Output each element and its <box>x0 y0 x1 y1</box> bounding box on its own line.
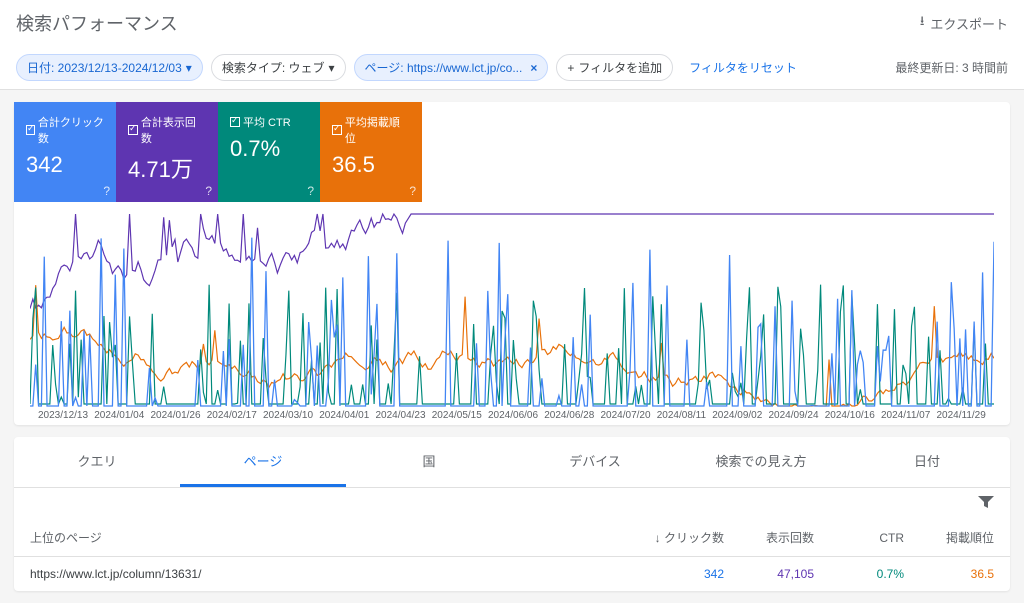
search-type-label: 検索タイプ: ウェブ <box>222 59 325 76</box>
export-button[interactable]: ⭳ エクスポート <box>920 12 1008 34</box>
metric-position[interactable]: 平均掲載順位 36.5 ? <box>320 102 422 202</box>
tab-3[interactable]: デバイス <box>512 437 678 487</box>
help-icon[interactable]: ? <box>307 184 314 198</box>
x-tick-label: 2024/01/26 <box>151 410 201 421</box>
x-tick-label: 2023/12/13 <box>38 410 88 421</box>
x-tick-label: 2024/11/29 <box>937 410 986 421</box>
check-icon <box>332 125 342 135</box>
x-tick-label: 2024/09/24 <box>769 410 819 421</box>
chevron-down-icon: ▾ <box>186 61 192 75</box>
x-tick-label: 2024/04/01 <box>319 410 369 421</box>
search-type-chip[interactable]: 検索タイプ: ウェブ ▾ <box>211 54 346 81</box>
page-filter-label: ページ: https://www.lct.jp/co... <box>365 59 523 76</box>
check-icon <box>26 125 35 135</box>
row-url: https://www.lct.jp/column/13631/ <box>30 567 634 581</box>
help-icon[interactable]: ? <box>103 184 110 198</box>
tab-5[interactable]: 日付 <box>844 437 1010 487</box>
last-updated-text: 最終更新日: 3 時間前 <box>895 59 1008 76</box>
metric-ctr-value: 0.7% <box>230 136 308 162</box>
plus-icon: + <box>567 61 574 75</box>
date-filter-label: 日付: 2023/12/13-2024/12/03 <box>27 59 182 76</box>
check-icon <box>128 125 138 135</box>
x-tick-label: 2024/10/16 <box>825 410 875 421</box>
table-row[interactable]: https://www.lct.jp/column/13631/ 342 47,… <box>14 557 1010 591</box>
metric-ctr-label: 平均 CTR <box>243 114 291 130</box>
th-clicks[interactable]: ↓ クリック数 <box>634 529 724 546</box>
metric-clicks[interactable]: 合計クリック数 342 ? <box>14 102 116 202</box>
x-tick-label: 2024/06/06 <box>488 410 538 421</box>
page-filter-chip[interactable]: ページ: https://www.lct.jp/co... × <box>354 54 549 81</box>
x-tick-label: 2024/04/23 <box>376 410 426 421</box>
filter-icon[interactable] <box>14 488 1010 519</box>
row-impressions: 47,105 <box>724 567 814 581</box>
tab-1[interactable]: ページ <box>180 437 346 487</box>
add-filter-label: フィルタを追加 <box>578 59 662 76</box>
tab-2[interactable]: 国 <box>346 437 512 487</box>
check-icon <box>230 117 240 127</box>
metric-clicks-value: 342 <box>26 152 104 178</box>
th-impressions[interactable]: 表示回数 <box>724 529 814 546</box>
x-tick-label: 2024/02/17 <box>207 410 257 421</box>
date-filter-chip[interactable]: 日付: 2023/12/13-2024/12/03 ▾ <box>16 54 203 81</box>
x-tick-label: 2024/01/04 <box>94 410 144 421</box>
metric-ctr[interactable]: 平均 CTR 0.7% ? <box>218 102 320 202</box>
tab-0[interactable]: クエリ <box>14 437 180 487</box>
th-ctr[interactable]: CTR <box>814 531 904 545</box>
metric-position-value: 36.5 <box>332 152 410 178</box>
th-position[interactable]: 掲載順位 <box>904 529 994 546</box>
x-tick-label: 2024/05/15 <box>432 410 482 421</box>
th-page: 上位のページ <box>30 529 634 546</box>
row-position: 36.5 <box>904 567 994 581</box>
x-tick-label: 2024/06/28 <box>544 410 594 421</box>
reset-filters-link[interactable]: フィルタをリセット <box>689 59 797 76</box>
metric-impressions-label: 合計表示回数 <box>141 114 206 146</box>
row-clicks: 342 <box>634 567 724 581</box>
metric-position-label: 平均掲載順位 <box>345 114 410 146</box>
x-tick-label: 2024/07/20 <box>601 410 651 421</box>
help-icon[interactable]: ? <box>409 184 416 198</box>
help-icon[interactable]: ? <box>205 184 212 198</box>
row-ctr: 0.7% <box>814 567 904 581</box>
x-tick-label: 2024/11/07 <box>881 410 930 421</box>
tab-4[interactable]: 検索での見え方 <box>678 437 844 487</box>
close-icon[interactable]: × <box>530 61 537 75</box>
x-tick-label: 2024/08/11 <box>657 410 706 421</box>
export-label: エクスポート <box>930 14 1008 33</box>
chevron-down-icon: ▾ <box>329 61 335 75</box>
x-tick-label: 2024/09/02 <box>712 410 762 421</box>
line-chart: 2023/12/13 2024/01/04 2024/01/26 2024/02/17… <box>14 202 1010 425</box>
metric-clicks-label: 合計クリック数 <box>38 114 104 146</box>
x-tick-label: 2024/03/10 <box>263 410 313 421</box>
download-icon: ⭳ <box>920 12 925 34</box>
metric-impressions-value: 4.71万 <box>128 152 206 184</box>
add-filter-chip[interactable]: + フィルタを追加 <box>556 54 673 81</box>
page-title: 検索パフォーマンス <box>16 10 178 36</box>
metric-impressions[interactable]: 合計表示回数 4.71万 ? <box>116 102 218 202</box>
